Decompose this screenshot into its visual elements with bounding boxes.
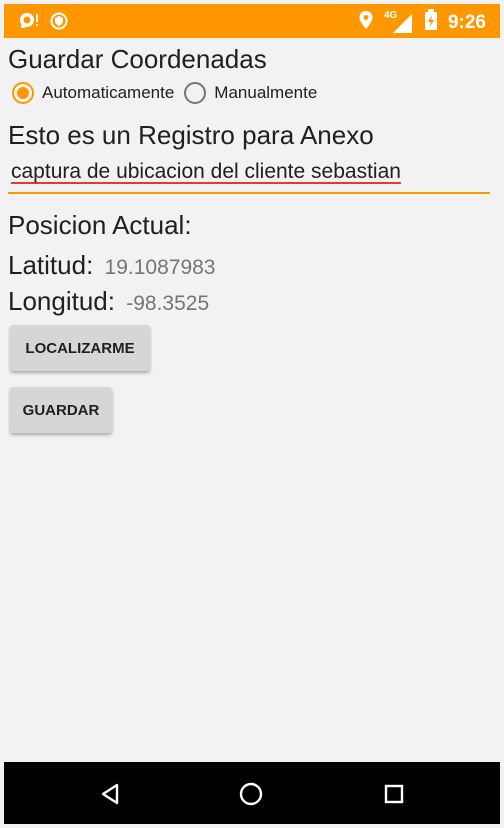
page-title: Guardar Coordenadas <box>8 44 267 74</box>
latitude-value: 19.1087983 <box>104 256 216 279</box>
longitude-value: -98.3525 <box>126 292 210 315</box>
registro-label: Esto es un Registro para Anexo <box>8 120 374 150</box>
navigation-bar <box>4 762 500 824</box>
radio-unchecked-icon[interactable] <box>184 82 207 104</box>
status-right-icons: 4G 9:26 <box>358 9 486 37</box>
radio-automatic-label: Automaticamente <box>42 83 175 102</box>
status-time: 9:26 <box>447 12 486 33</box>
position-heading: Posicion Actual: <box>8 210 192 240</box>
note-input-value: captura de ubicacion del cliente sebasti… <box>11 160 401 183</box>
main-content: Guardar Coordenadas Automaticamente Manu… <box>4 38 500 762</box>
back-icon[interactable] <box>90 774 130 814</box>
radio-checked-icon[interactable] <box>12 82 34 104</box>
latitude-label: Latitud: <box>8 250 94 280</box>
location-icon <box>358 10 374 36</box>
latitude-row: Latitud: 19.1087983 <box>8 250 215 281</box>
radio-manual-label: Manualmente <box>214 83 318 102</box>
coordinate-mode-radio-group: Automaticamente Manualmente <box>12 82 327 104</box>
radio-automatic[interactable]: Automaticamente <box>12 82 174 104</box>
shield-icon <box>50 12 68 35</box>
notification-search-icon <box>18 11 40 36</box>
recents-icon[interactable] <box>374 774 414 814</box>
home-icon[interactable] <box>231 774 271 814</box>
device-frame: 4G 9:26 Guardar Coordenadas Automaticame… <box>0 0 504 828</box>
save-button[interactable]: GUARDAR <box>10 387 112 433</box>
radio-manual[interactable]: Manualmente <box>184 82 317 104</box>
status-bar: 4G 9:26 <box>4 4 500 38</box>
longitude-label: Longitud: <box>8 286 115 316</box>
note-input[interactable]: captura de ubicacion del cliente sebasti… <box>8 160 490 194</box>
longitude-row: Longitud: -98.3525 <box>8 286 209 317</box>
battery-icon <box>424 9 438 37</box>
status-left-icons <box>18 11 68 36</box>
signal-icon: 4G <box>384 10 414 34</box>
locate-button[interactable]: LOCALIZARME <box>10 325 150 371</box>
